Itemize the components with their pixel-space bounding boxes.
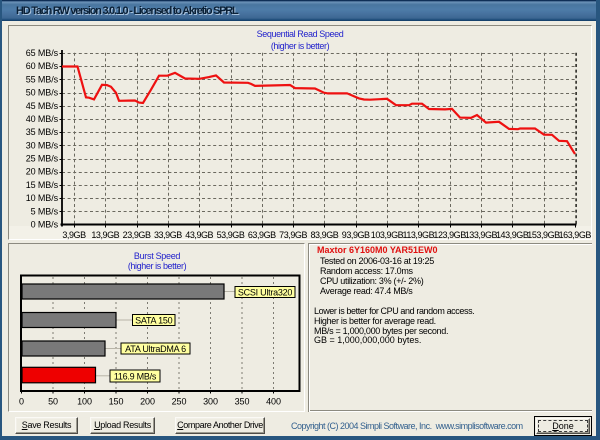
svg-text:5 MB/s: 5 MB/s [31, 206, 59, 216]
svg-text:103,9GB: 103,9GB [371, 230, 404, 240]
svg-text:43,9GB: 43,9GB [185, 230, 213, 240]
svg-text:SATA 150: SATA 150 [135, 316, 172, 326]
svg-text:83,9GB: 83,9GB [310, 230, 338, 240]
svg-text:SCSI Ultra320: SCSI Ultra320 [238, 288, 293, 298]
svg-text:63,9GB: 63,9GB [248, 230, 276, 240]
svg-text:400: 400 [266, 397, 281, 407]
svg-text:60 MB/s: 60 MB/s [26, 61, 59, 71]
svg-text:123,9GB: 123,9GB [433, 230, 466, 240]
svg-text:20 MB/s: 20 MB/s [26, 167, 59, 177]
svg-text:116.9 MB/s: 116.9 MB/s [114, 372, 157, 382]
svg-text:73,9GB: 73,9GB [279, 230, 307, 240]
svg-text:ATA UltraDMA 6: ATA UltraDMA 6 [125, 344, 186, 354]
svg-text:350: 350 [235, 397, 250, 407]
svg-text:55 MB/s: 55 MB/s [26, 74, 59, 84]
svg-text:50: 50 [48, 397, 58, 407]
svg-text:10 MB/s: 10 MB/s [26, 193, 59, 203]
svg-text:163,9GB: 163,9GB [559, 230, 592, 240]
svg-text:53,9GB: 53,9GB [217, 230, 245, 240]
svg-text:13,9GB: 13,9GB [91, 230, 119, 240]
svg-text:33,9GB: 33,9GB [154, 230, 182, 240]
svg-text:30 MB/s: 30 MB/s [26, 140, 59, 150]
svg-text:0: 0 [19, 397, 24, 407]
svg-text:45 MB/s: 45 MB/s [26, 101, 59, 111]
svg-text:133,9GB: 133,9GB [465, 230, 498, 240]
svg-text:93,9GB: 93,9GB [342, 230, 370, 240]
svg-text:153,9GB: 153,9GB [527, 230, 560, 240]
svg-text:150: 150 [109, 397, 124, 407]
svg-text:23,9GB: 23,9GB [123, 230, 151, 240]
svg-text:300: 300 [203, 397, 218, 407]
svg-text:113,9GB: 113,9GB [402, 230, 434, 240]
svg-text:35 MB/s: 35 MB/s [26, 127, 59, 137]
svg-text:250: 250 [172, 397, 187, 407]
svg-text:40 MB/s: 40 MB/s [26, 114, 59, 124]
svg-text:50 MB/s: 50 MB/s [26, 88, 59, 98]
svg-text:143,9GB: 143,9GB [496, 230, 529, 240]
svg-text:200: 200 [140, 397, 155, 407]
svg-text:65 MB/s: 65 MB/s [26, 48, 59, 58]
svg-text:15 MB/s: 15 MB/s [26, 180, 59, 190]
svg-text:25 MB/s: 25 MB/s [26, 154, 59, 164]
svg-text:0 MB/s: 0 MB/s [31, 220, 59, 230]
svg-text:100: 100 [77, 397, 92, 407]
svg-text:3,9GB: 3,9GB [62, 230, 86, 240]
